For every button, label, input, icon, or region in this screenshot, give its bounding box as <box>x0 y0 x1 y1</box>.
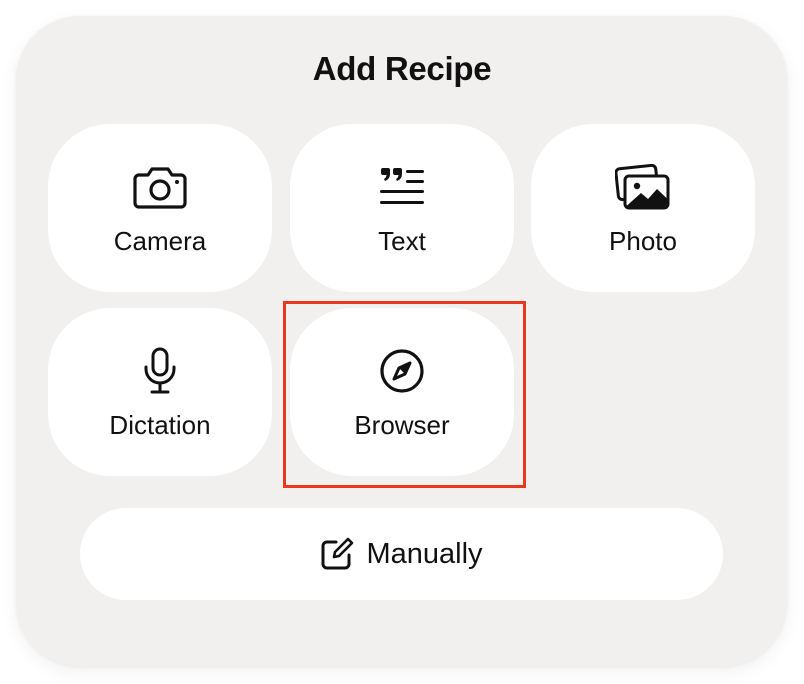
camera-icon <box>48 162 272 212</box>
text-option-button[interactable]: Text <box>290 124 514 292</box>
camera-option-label: Camera <box>113 226 207 256</box>
browser-option-button[interactable]: Browser <box>290 308 514 476</box>
dictation-option-label: Dictation <box>109 410 211 440</box>
manually-button[interactable]: Manually <box>80 508 723 600</box>
compass-icon <box>290 346 514 396</box>
text-quote-icon <box>290 162 514 212</box>
text-option-label: Text <box>378 226 426 256</box>
microphone-icon <box>48 346 272 396</box>
photo-library-icon <box>531 162 755 212</box>
browser-option-label: Browser <box>354 410 450 440</box>
manually-button-label: Manually <box>366 537 483 570</box>
compose-icon <box>320 537 354 571</box>
dictation-option-button[interactable]: Dictation <box>48 308 272 476</box>
photo-option-button[interactable]: Photo <box>531 124 755 292</box>
screen: Add Recipe Camera Text Photo Dictation B… <box>0 0 804 684</box>
camera-option-button[interactable]: Camera <box>48 124 272 292</box>
photo-option-label: Photo <box>609 226 677 256</box>
sheet-title: Add Recipe <box>312 50 492 87</box>
